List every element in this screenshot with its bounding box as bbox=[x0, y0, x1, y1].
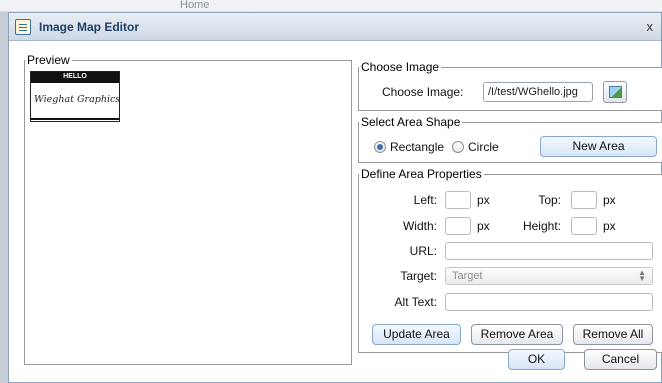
editor-icon bbox=[15, 19, 31, 35]
remove-all-button[interactable]: Remove All bbox=[573, 324, 653, 345]
preview-legend: Preview bbox=[27, 53, 70, 67]
circle-radio[interactable] bbox=[452, 141, 464, 153]
cancel-button[interactable]: Cancel bbox=[584, 349, 657, 370]
update-area-button[interactable]: Update Area bbox=[372, 324, 461, 345]
image-path-field[interactable]: /I/test/WGhello.jpg bbox=[483, 82, 593, 102]
height-label: Height: bbox=[522, 219, 561, 233]
target-select[interactable]: Target ▲ ▼ bbox=[445, 267, 653, 285]
left-unit: px bbox=[477, 193, 490, 207]
width-unit: px bbox=[477, 219, 490, 233]
close-button[interactable]: x bbox=[647, 19, 654, 34]
width-label: Width: bbox=[402, 219, 437, 233]
height-unit: px bbox=[603, 219, 616, 233]
preview-image[interactable]: HELLO Wieghat Graphics bbox=[30, 71, 120, 122]
image-picker-icon bbox=[609, 86, 622, 98]
alt-text-input[interactable] bbox=[445, 293, 653, 311]
top-unit: px bbox=[603, 193, 616, 207]
top-label: Top: bbox=[538, 193, 561, 207]
select-shape-panel: Select Area Shape Rectangle Circle New A… bbox=[358, 115, 662, 163]
left-label: Left: bbox=[413, 193, 437, 207]
image-map-editor-dialog: Image Map Editor x Preview HELLO Wieghat… bbox=[8, 12, 662, 383]
target-label: Target: bbox=[400, 269, 437, 283]
rectangle-label[interactable]: Rectangle bbox=[390, 140, 444, 154]
select-arrows-icon: ▲ ▼ bbox=[638, 268, 646, 283]
badge-baseline bbox=[31, 118, 119, 120]
choose-image-label: Choose Image: bbox=[382, 85, 464, 99]
choose-image-panel: Choose Image Choose Image: /I/test/WGhel… bbox=[358, 60, 662, 111]
define-properties-panel: Define Area Properties Left: px Top: px … bbox=[358, 167, 662, 353]
new-area-button[interactable]: New Area bbox=[540, 136, 657, 157]
rectangle-radio[interactable] bbox=[374, 141, 386, 153]
top-input[interactable] bbox=[571, 191, 597, 209]
dialog-titlebar[interactable]: Image Map Editor x bbox=[9, 13, 661, 41]
left-input[interactable] bbox=[445, 191, 471, 209]
height-input[interactable] bbox=[571, 217, 597, 235]
preview-name-text: Wieghat Graphics bbox=[34, 94, 121, 105]
dialog-title: Image Map Editor bbox=[39, 20, 140, 34]
ok-button[interactable]: OK bbox=[508, 349, 565, 370]
url-label: URL: bbox=[409, 244, 437, 258]
select-shape-legend: Select Area Shape bbox=[361, 115, 461, 129]
target-select-value: Target bbox=[452, 270, 483, 282]
define-properties-legend: Define Area Properties bbox=[361, 167, 482, 181]
alt-text-label: Alt Text: bbox=[394, 295, 437, 309]
background-sidebar bbox=[0, 12, 8, 383]
choose-image-legend: Choose Image bbox=[361, 60, 440, 74]
hello-badge-band: HELLO bbox=[31, 72, 119, 83]
browse-image-button[interactable] bbox=[603, 81, 627, 103]
width-input[interactable] bbox=[445, 217, 471, 235]
home-tab[interactable]: Home bbox=[180, 0, 209, 11]
background-header: Home bbox=[0, 0, 662, 12]
remove-area-button[interactable]: Remove Area bbox=[471, 324, 563, 345]
url-input[interactable] bbox=[445, 242, 653, 260]
circle-label[interactable]: Circle bbox=[468, 140, 499, 154]
preview-panel: Preview HELLO Wieghat Graphics bbox=[24, 53, 352, 365]
